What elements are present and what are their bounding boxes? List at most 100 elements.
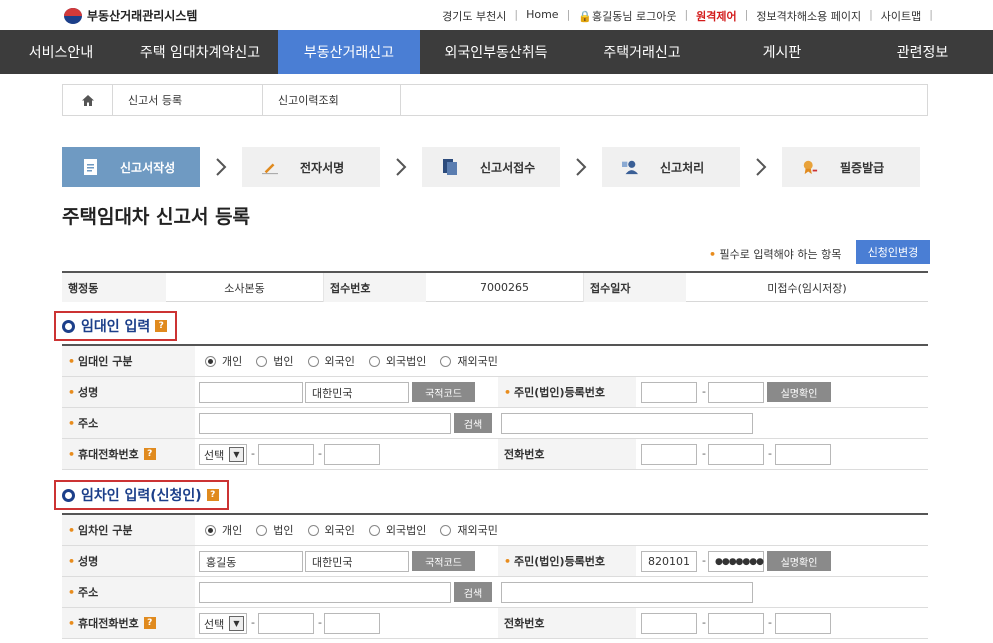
lessee-phone-area-input[interactable]	[641, 613, 697, 634]
country-code-button[interactable]: 국적코드	[412, 382, 475, 402]
util-sitemap-link[interactable]: 사이트맵	[873, 8, 929, 24]
radio-overseas[interactable]: 재외국민	[440, 522, 498, 538]
info-value: 소사본동	[166, 273, 324, 302]
nav-service[interactable]: 서비스안내	[0, 30, 122, 74]
radio-foreigner[interactable]: 외국인	[307, 522, 355, 538]
info-header: 접수일자	[584, 273, 686, 302]
lessee-id-back-input[interactable]: ●●●●●●●	[708, 551, 764, 572]
nav-foreign[interactable]: 외국인부동산취득	[420, 30, 572, 74]
verify-name-button[interactable]: 실명확인	[767, 382, 831, 402]
crumb-register[interactable]: 신고서 등록	[113, 85, 263, 115]
file-icon	[442, 158, 458, 176]
lessor-address-input[interactable]	[199, 413, 451, 434]
help-icon[interactable]: ?	[143, 617, 156, 629]
lessee-id-front-input[interactable]: 820101	[641, 551, 697, 572]
lessee-mobile-last-input[interactable]	[324, 613, 380, 634]
lessor-phone-mid-input[interactable]	[708, 444, 764, 465]
lessor-address-detail-input[interactable]	[501, 413, 753, 434]
certificate-icon	[802, 158, 818, 176]
lessor-section-title: 임대인 입력 ?	[54, 311, 178, 341]
radio-corporate[interactable]: 법인	[256, 353, 294, 369]
lessor-form: • 임대인 구분 개인 법인 외국인 외국법인 재외국민 • 성명 대한민국 국적코…	[62, 344, 928, 470]
nav-rental[interactable]: 주택 임대차계약신고	[122, 30, 278, 74]
lessor-phone-row: • 휴대전화번호? 선택 ▼ - - 전화번호 - -	[62, 439, 928, 470]
step-receive: 신고서접수	[422, 147, 560, 187]
lessor-country-input[interactable]: 대한민국	[305, 382, 409, 403]
lessee-name-row: • 성명 홍길동 대한민국 국적코드 • 주민(법인)등록번호 820101 - ●…	[62, 546, 928, 577]
lessor-mobile-last-input[interactable]	[324, 444, 380, 465]
lessee-phone-last-input[interactable]	[775, 613, 831, 634]
step-issue: 필증발급	[782, 147, 920, 187]
lessee-address-detail-input[interactable]	[501, 582, 753, 603]
info-value: 7000265	[426, 273, 584, 302]
info-header: 행정동	[62, 273, 166, 302]
lessor-name-input[interactable]	[199, 382, 303, 403]
lessor-name-row: • 성명 대한민국 국적코드 • 주민(법인)등록번호 - 실명확인	[62, 377, 928, 408]
radio-corporate[interactable]: 법인	[256, 522, 294, 538]
step-indicator: 신고서작성 전자서명 신고서접수 신고처리 필증발급	[62, 147, 920, 187]
nav-housing[interactable]: 주택거래신고	[572, 30, 712, 74]
lessee-type-row: • 임차인 구분 개인 법인 외국인 외국법인 재외국민	[62, 515, 928, 546]
lessor-mobile-select[interactable]: 선택 ▼	[199, 444, 247, 465]
lessor-id-back-input[interactable]	[708, 382, 764, 403]
logo-text: 부동산거래관리시스템	[87, 9, 198, 23]
radio-overseas[interactable]: 재외국민	[440, 353, 498, 369]
chevron-down-icon: ▼	[229, 616, 244, 631]
lessor-phone-area-input[interactable]	[641, 444, 697, 465]
radio-individual[interactable]: 개인	[205, 353, 242, 369]
page-title: 주택임대차 신고서 등록	[62, 206, 251, 228]
info-value: 미접수(임시저장)	[767, 281, 847, 295]
util-home-link[interactable]: Home	[518, 8, 566, 24]
lock-icon: 🔒	[578, 10, 592, 23]
verify-name-button[interactable]: 실명확인	[767, 551, 831, 571]
chevron-right-icon	[200, 147, 242, 187]
lessor-type-row: • 임대인 구분 개인 법인 외국인 외국법인 재외국민	[62, 346, 928, 377]
help-icon[interactable]: ?	[143, 448, 156, 460]
lessor-address-row: • 주소 검색	[62, 408, 928, 439]
lessee-mobile-select[interactable]: 선택 ▼	[199, 613, 247, 634]
util-region: 경기도 부천시	[442, 10, 507, 23]
lessee-address-input[interactable]	[199, 582, 451, 603]
radio-foreigner[interactable]: 외국인	[307, 353, 355, 369]
help-icon[interactable]: ?	[206, 489, 219, 501]
lessor-id-front-input[interactable]	[641, 382, 697, 403]
person-icon	[622, 158, 638, 176]
document-icon	[82, 158, 98, 176]
help-icon[interactable]: ?	[155, 320, 168, 332]
radio-foreign-corp[interactable]: 외국법인	[368, 353, 426, 369]
lessor-mobile-mid-input[interactable]	[258, 444, 314, 465]
step-process: 신고처리	[602, 147, 740, 187]
address-search-button[interactable]: 검색	[454, 413, 492, 433]
lessee-section-title: 임차인 입력(신청인) ?	[54, 480, 229, 510]
breadcrumb: 신고서 등록 신고이력조회	[62, 84, 928, 116]
crumb-history[interactable]: 신고이력조회	[263, 85, 401, 115]
address-search-button[interactable]: 검색	[454, 582, 492, 602]
step-write: 신고서작성	[62, 147, 200, 187]
change-applicant-button[interactable]: 신청인변경	[856, 240, 930, 264]
nav-info[interactable]: 관련정보	[852, 30, 993, 74]
lessee-mobile-mid-input[interactable]	[258, 613, 314, 634]
util-accessibility-link[interactable]: 정보격차해소용 페이지	[748, 8, 869, 24]
pen-icon	[262, 158, 278, 176]
nav-board[interactable]: 게시판	[712, 30, 852, 74]
lessee-phone-mid-input[interactable]	[708, 613, 764, 634]
lessor-phone-last-input[interactable]	[775, 444, 831, 465]
lessee-name-input[interactable]: 홍길동	[199, 551, 303, 572]
nav-realestate[interactable]: 부동산거래신고	[278, 30, 420, 74]
util-remote-link[interactable]: 원격제어	[688, 8, 744, 24]
chevron-down-icon: ▼	[229, 447, 244, 462]
chevron-right-icon	[380, 147, 422, 187]
top-bar: 부동산거래관리시스템 경기도 부천시 | Home | 🔒홍길동님 로그아웃 | 원격…	[0, 0, 993, 30]
main-nav: 서비스안내 주택 임대차계약신고 부동산거래신고 외국인부동산취득 주택거래신고…	[0, 30, 993, 74]
lessee-country-input[interactable]: 대한민국	[305, 551, 409, 572]
util-logout-link[interactable]: 🔒홍길동님 로그아웃	[570, 8, 684, 24]
logo[interactable]: 부동산거래관리시스템	[64, 7, 197, 24]
chevron-right-icon	[740, 147, 782, 187]
radio-foreign-corp[interactable]: 외국법인	[368, 522, 426, 538]
lessee-form: • 임차인 구분 개인 법인 외국인 외국법인 재외국민 • 성명 홍길동 대한민국…	[62, 513, 928, 639]
lessee-type-radios: 개인 법인 외국인 외국법인 재외국민	[195, 522, 512, 538]
radio-individual[interactable]: 개인	[205, 522, 242, 538]
circle-icon	[62, 319, 75, 333]
home-icon[interactable]	[63, 85, 113, 115]
country-code-button[interactable]: 국적코드	[412, 551, 475, 571]
